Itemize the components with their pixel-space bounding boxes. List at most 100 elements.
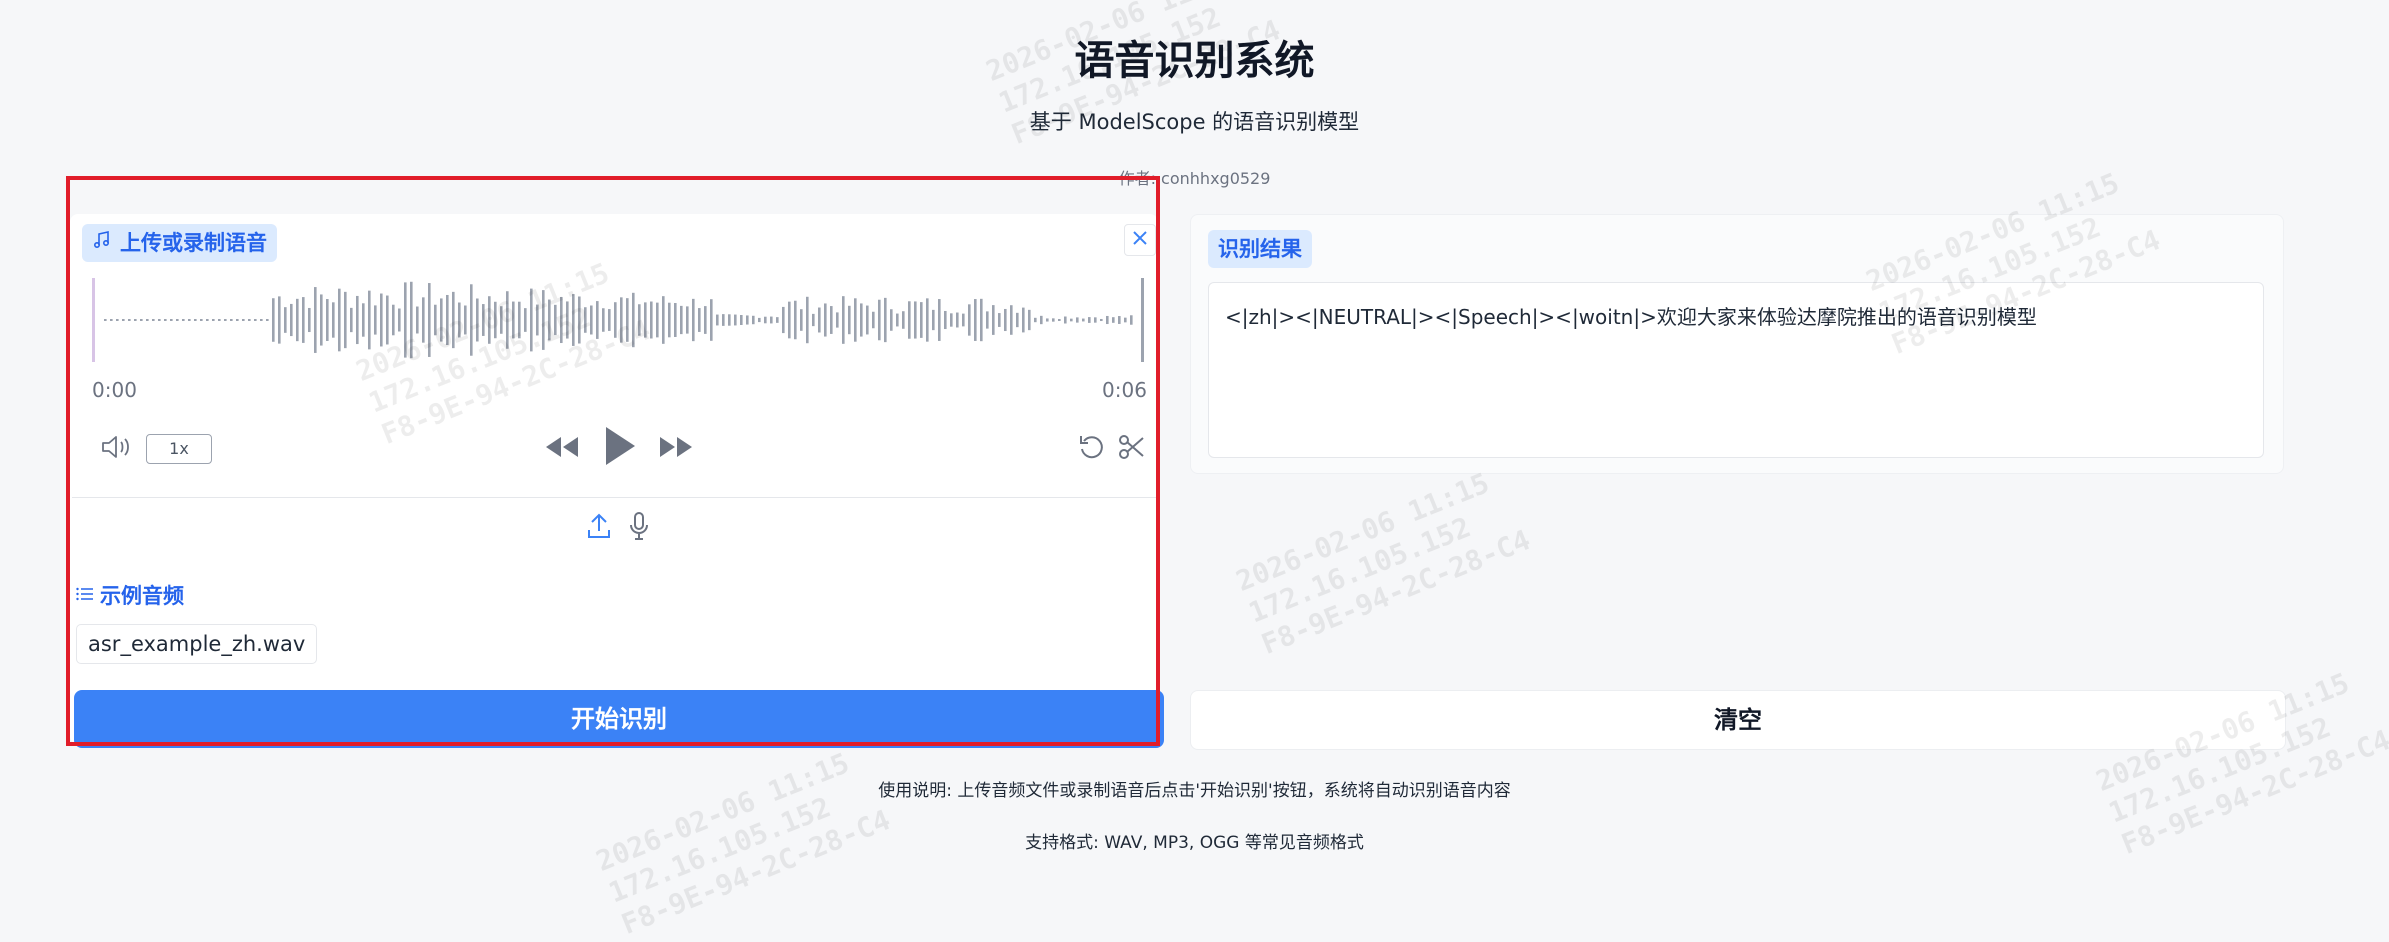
waveform-bar <box>602 308 605 332</box>
microphone-icon <box>628 511 650 545</box>
waveform-bar <box>1118 316 1121 324</box>
microphone-button[interactable] <box>626 512 652 544</box>
waveform-bar <box>554 304 557 336</box>
waveform-bar <box>476 298 479 342</box>
result-textbox[interactable]: <|zh|><|NEUTRAL|><|Speech|><|woitn|>欢迎大家… <box>1208 282 2264 458</box>
volume-icon <box>100 434 132 464</box>
waveform-bar <box>176 319 179 321</box>
waveform-bar <box>770 316 773 324</box>
waveform-bar <box>1082 318 1085 322</box>
waveform-bar <box>410 281 413 359</box>
waveform-bar <box>158 319 161 321</box>
waveform-bar <box>620 297 623 343</box>
waveform-bar <box>860 303 863 337</box>
waveform-bar <box>890 309 893 331</box>
waveform-bar <box>134 319 137 321</box>
waveform-bar <box>380 293 383 347</box>
waveform-bar <box>308 307 311 333</box>
waveform-bar <box>500 306 503 334</box>
waveform-bar <box>980 298 983 342</box>
waveform-bar <box>1064 316 1067 324</box>
waveform-bar <box>458 302 461 338</box>
close-icon <box>1131 229 1149 251</box>
waveform-bar <box>722 314 725 326</box>
waveform-bar <box>110 319 113 321</box>
waveform-bar <box>932 309 935 331</box>
waveform-bar <box>716 314 719 326</box>
waveform-bar <box>404 282 407 358</box>
waveform-bar <box>560 296 563 344</box>
waveform-bar <box>902 311 905 329</box>
waveform-bar <box>452 291 455 349</box>
waveform-bar <box>536 304 539 336</box>
page-title: 语音识别系统 <box>1074 38 1315 84</box>
waveform-bar <box>776 317 779 323</box>
waveform-bar <box>626 298 629 342</box>
fast-forward-button[interactable] <box>658 434 694 464</box>
waveform-bar <box>470 284 473 356</box>
waveform-bar <box>1100 318 1103 322</box>
waveform-bar <box>866 305 869 335</box>
waveform-bar <box>344 291 347 349</box>
waveform-bar <box>386 295 389 345</box>
waveform-bar <box>392 304 395 336</box>
reset-button[interactable] <box>1076 434 1108 464</box>
waveform-bar <box>680 305 683 335</box>
waveform-bar <box>314 287 317 353</box>
list-icon <box>76 583 94 607</box>
waveform-bar <box>968 304 971 336</box>
close-button[interactable] <box>1124 224 1156 256</box>
waveform-bar <box>584 307 587 333</box>
waveform-bar <box>824 303 827 337</box>
playback-speed-button[interactable]: 1x <box>146 434 212 464</box>
waveform-bar <box>416 306 419 334</box>
waveform-bar <box>788 301 791 339</box>
waveform-bar <box>116 319 119 321</box>
waveform-bar <box>296 298 299 342</box>
volume-button[interactable] <box>98 434 134 464</box>
start-recognition-button[interactable]: 开始识别 <box>74 690 1164 748</box>
waveform-bar <box>518 301 521 339</box>
waveform-bar <box>128 319 131 321</box>
waveform-bar <box>854 298 857 342</box>
waveform-bar <box>674 303 677 337</box>
audio-waveform[interactable] <box>92 278 1144 362</box>
waveform-bar <box>1016 312 1019 328</box>
waveform-bar <box>962 313 965 327</box>
waveform-bar <box>1034 317 1037 323</box>
waveform-bar <box>1088 317 1091 323</box>
rewind-button[interactable] <box>544 434 580 464</box>
waveform-bar <box>326 299 329 341</box>
waveform-bar <box>920 302 923 338</box>
waveform-bar <box>746 315 749 325</box>
example-audio-item[interactable]: asr_example_zh.wav <box>76 624 318 664</box>
waveform-bar <box>830 306 833 334</box>
waveform-bar <box>728 314 731 326</box>
waveform-bar <box>848 305 851 335</box>
waveform-bar <box>182 319 185 321</box>
waveform-bar <box>266 319 269 321</box>
waveform-bar <box>188 319 191 321</box>
waveform-bar <box>692 298 695 342</box>
play-icon <box>603 425 637 471</box>
waveform-bar <box>884 297 887 343</box>
waveform-bar <box>986 311 989 329</box>
trim-button[interactable] <box>1116 434 1148 464</box>
waveform-bar <box>710 299 713 341</box>
waveform-bar <box>644 302 647 338</box>
waveform-bar <box>284 307 287 333</box>
waveform-bar <box>434 304 437 336</box>
waveform-bar <box>320 294 323 346</box>
clear-button[interactable]: 清空 <box>1190 690 2286 750</box>
scissors-icon <box>1118 433 1146 465</box>
waveform-bar <box>302 297 305 343</box>
waveform-bar <box>530 288 533 352</box>
upload-icon <box>586 512 612 544</box>
upload-button[interactable] <box>584 512 614 544</box>
waveform-bar <box>146 319 149 321</box>
play-button[interactable] <box>600 424 640 472</box>
waveform-bar <box>908 301 911 339</box>
waveform-bar <box>1106 315 1109 325</box>
waveform-bar <box>1076 317 1079 323</box>
waveform-bar <box>164 319 167 321</box>
